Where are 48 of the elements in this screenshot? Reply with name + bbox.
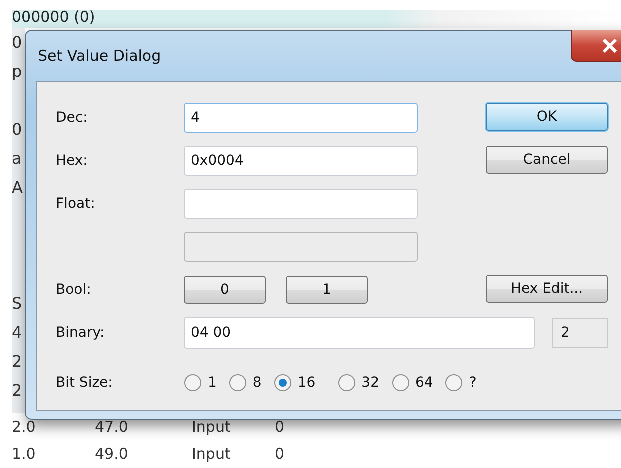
radio-button[interactable] (274, 374, 292, 392)
cancel-button[interactable]: Cancel (486, 146, 608, 174)
partial-text: 0 (12, 118, 24, 141)
input-field[interactable] (184, 232, 418, 262)
partial-text: A (12, 176, 24, 199)
partial-text: 0 (12, 32, 24, 54)
window-title: Set Value Dialog (38, 47, 162, 65)
ok-button[interactable]: OK (486, 103, 608, 131)
field-label: Binary: (56, 325, 106, 341)
input-field[interactable] (184, 189, 418, 219)
radio-button[interactable] (392, 374, 410, 392)
radio-label: 16 (298, 375, 316, 391)
radio-button[interactable] (184, 374, 202, 392)
table-cell-text: 0 (275, 418, 286, 436)
partial-text: S (12, 292, 24, 315)
table-cell-text: Input (192, 445, 232, 464)
input-field[interactable]: 4 (184, 103, 418, 133)
input-field[interactable]: 04 00 (184, 317, 535, 349)
hex-edit-button[interactable]: Hex Edit... (486, 275, 608, 303)
table-cell-text: 49.0 (95, 445, 130, 464)
partial-text: a (12, 148, 23, 170)
table-cell-text: 0 (275, 445, 286, 464)
partial-text: 2 (12, 380, 24, 402)
radio-label: ? (469, 375, 477, 391)
close-icon (602, 38, 618, 52)
partial-text: 2 (12, 350, 24, 373)
byte-count: 2 (552, 318, 608, 348)
field-label: Dec: (56, 110, 89, 126)
radio-button[interactable] (445, 374, 464, 392)
partial-text: p (12, 60, 24, 83)
table-cell-text: 1.0 (12, 445, 37, 464)
field-label: Bit Size: (56, 375, 114, 391)
radio-button[interactable] (338, 374, 356, 392)
field-label: Hex: (56, 153, 89, 169)
radio-label: 64 (416, 375, 434, 391)
input-field[interactable]: 0x0004 (184, 146, 418, 176)
radio-label: 1 (208, 375, 217, 391)
table-cell-text: 47.0 (95, 418, 130, 436)
radio-label: 8 (252, 375, 262, 391)
field-label: Bool: (56, 282, 92, 298)
partial-text: 4 (12, 322, 24, 344)
field-label: Float: (56, 196, 96, 212)
bool-button[interactable]: 1 (286, 276, 368, 304)
table-cell-text: Input (192, 418, 232, 436)
bool-button[interactable]: 0 (184, 276, 266, 304)
radio-label: 32 (362, 375, 380, 391)
table-cell-text: 2.0 (12, 418, 37, 436)
radio-button[interactable] (228, 374, 247, 392)
